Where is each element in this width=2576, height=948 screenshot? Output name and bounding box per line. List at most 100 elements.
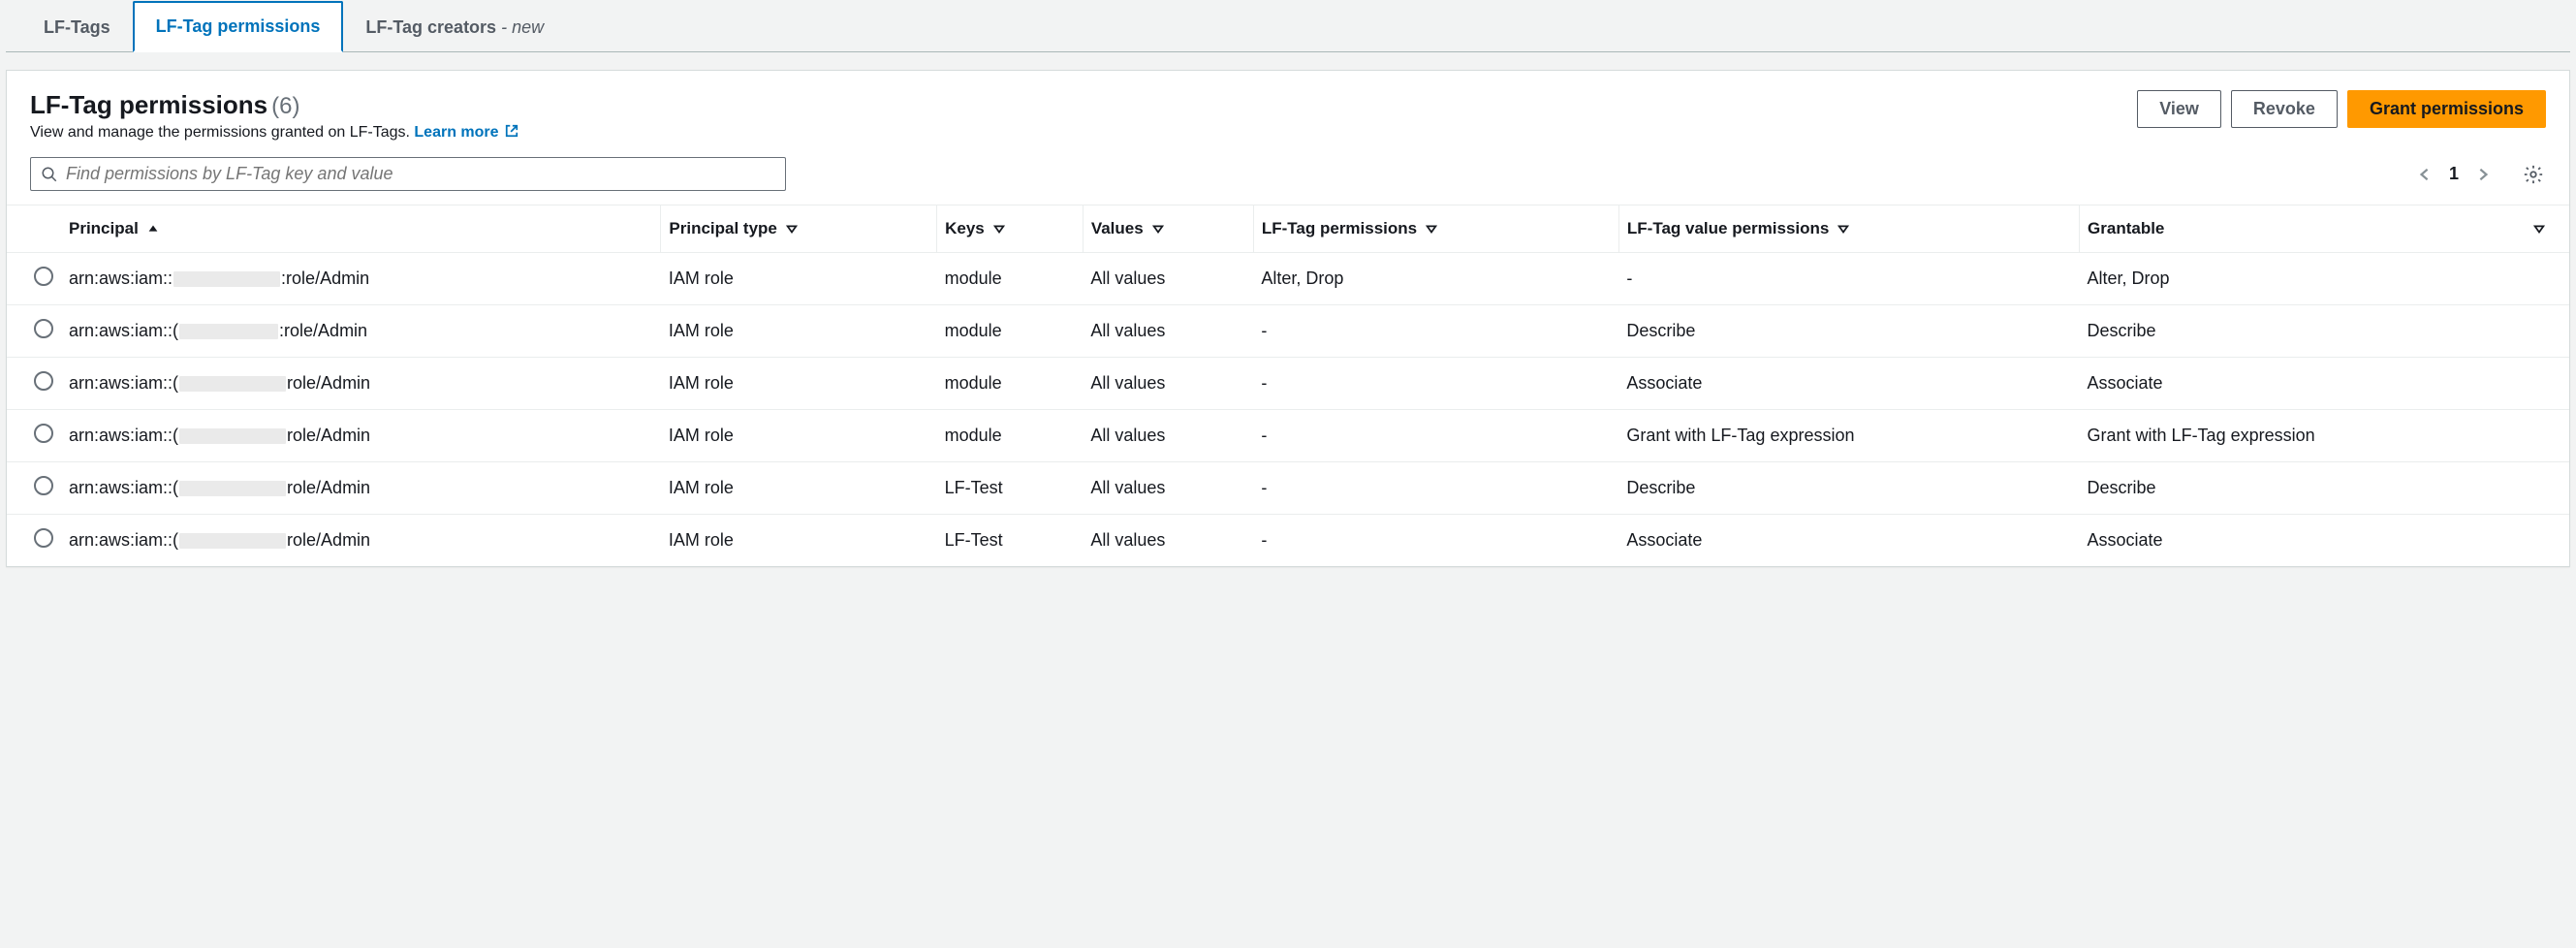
values-cell: All values: [1083, 305, 1253, 358]
redacted-account-id: [179, 428, 286, 444]
row-radio[interactable]: [34, 267, 53, 286]
principal-cell: arn:aws:iam::( :role/Admin: [69, 321, 653, 341]
gear-icon: [2523, 164, 2544, 185]
principal-prefix: arn:aws:iam::(: [69, 530, 178, 551]
prev-page-button[interactable]: [2414, 164, 2435, 185]
principal-suffix: :role/Admin: [281, 269, 369, 289]
filter-icon: [1425, 222, 1438, 236]
sort-asc-icon: [146, 222, 160, 236]
principal-type-cell: IAM role: [661, 410, 937, 462]
table-row: arn:aws:iam::( role/Admin IAM role LF-Te…: [7, 462, 2569, 515]
keys-cell: module: [937, 253, 1084, 305]
lf-tag-permissions-cell: -: [1253, 305, 1618, 358]
grant-permissions-button[interactable]: Grant permissions: [2347, 90, 2546, 128]
filter-icon: [2532, 222, 2546, 236]
values-cell: All values: [1083, 358, 1253, 410]
lf-tag-value-permissions-cell: Grant with LF-Tag expression: [1618, 410, 2079, 462]
lf-tag-value-permissions-cell: Associate: [1618, 515, 2079, 567]
table-row: arn:aws:iam::( role/Admin IAM role LF-Te…: [7, 515, 2569, 567]
lf-tag-value-permissions-cell: Describe: [1618, 305, 2079, 358]
pagination: 1: [2414, 164, 2494, 185]
learn-more-label: Learn more: [414, 124, 498, 141]
page-subtitle: View and manage the permissions granted …: [30, 124, 410, 141]
principal-cell: arn:aws:iam::( role/Admin: [69, 478, 653, 498]
search-input[interactable]: [66, 164, 775, 184]
learn-more-link[interactable]: Learn more: [414, 124, 518, 141]
filter-icon: [1151, 222, 1165, 236]
col-values[interactable]: Values: [1083, 205, 1253, 253]
principal-suffix: role/Admin: [287, 530, 370, 551]
page-title: LF-Tag permissions: [30, 90, 267, 120]
grantable-cell: Alter, Drop: [2080, 253, 2569, 305]
external-link-icon: [505, 124, 518, 138]
tab-bar: LF-Tags LF-Tag permissions LF-Tag creato…: [6, 0, 2570, 52]
lf-tag-permissions-cell: -: [1253, 515, 1618, 567]
col-lf-tag-permissions[interactable]: LF-Tag permissions: [1253, 205, 1618, 253]
lf-tag-permissions-cell: -: [1253, 358, 1618, 410]
grantable-cell: Associate: [2080, 515, 2569, 567]
tab-lf-tag-creators-label: LF-Tag creators: [365, 17, 496, 37]
chevron-left-icon: [2418, 168, 2432, 181]
principal-type-cell: IAM role: [661, 305, 937, 358]
redacted-account-id: [179, 324, 278, 339]
principal-cell: arn:aws:iam::( role/Admin: [69, 373, 653, 394]
lf-tag-permissions-cell: -: [1253, 410, 1618, 462]
col-lf-tag-value-permissions[interactable]: LF-Tag value permissions: [1618, 205, 2079, 253]
principal-cell: arn:aws:iam::( role/Admin: [69, 426, 653, 446]
settings-button[interactable]: [2521, 162, 2546, 187]
row-radio[interactable]: [34, 476, 53, 495]
principal-type-cell: IAM role: [661, 253, 937, 305]
col-keys[interactable]: Keys: [937, 205, 1084, 253]
tab-lf-tags[interactable]: LF-Tags: [21, 3, 133, 52]
table-row: arn:aws:iam:: :role/Admin IAM role modul…: [7, 253, 2569, 305]
col-principal-label: Principal: [69, 219, 139, 238]
lf-tag-value-permissions-cell: -: [1618, 253, 2079, 305]
permissions-table: Principal Principal type Keys: [7, 205, 2569, 566]
values-cell: All values: [1083, 410, 1253, 462]
col-grantable[interactable]: Grantable: [2080, 205, 2569, 253]
row-radio[interactable]: [34, 528, 53, 548]
principal-suffix: :role/Admin: [279, 321, 367, 341]
keys-cell: module: [937, 305, 1084, 358]
principal-prefix: arn:aws:iam::(: [69, 426, 178, 446]
record-count: (6): [271, 93, 299, 120]
principal-type-cell: IAM role: [661, 358, 937, 410]
lf-tag-value-permissions-cell: Associate: [1618, 358, 2079, 410]
new-badge: - new: [496, 17, 544, 37]
col-lf-tag-permissions-label: LF-Tag permissions: [1262, 219, 1417, 238]
table-row: arn:aws:iam::( :role/Admin IAM role modu…: [7, 305, 2569, 358]
filter-icon: [1837, 222, 1850, 236]
filter-icon: [992, 222, 1006, 236]
redacted-account-id: [173, 271, 280, 287]
principal-suffix: role/Admin: [287, 426, 370, 446]
principal-type-cell: IAM role: [661, 515, 937, 567]
col-keys-label: Keys: [945, 219, 985, 238]
tab-lf-tag-creators[interactable]: LF-Tag creators - new: [343, 3, 566, 52]
lf-tag-permissions-cell: -: [1253, 462, 1618, 515]
redacted-account-id: [179, 481, 286, 496]
search-box[interactable]: [30, 157, 786, 191]
col-principal-type-label: Principal type: [669, 219, 776, 238]
keys-cell: module: [937, 358, 1084, 410]
col-principal[interactable]: Principal: [61, 205, 661, 253]
tab-lf-tag-permissions[interactable]: LF-Tag permissions: [133, 1, 344, 52]
col-principal-type[interactable]: Principal type: [661, 205, 937, 253]
keys-cell: LF-Test: [937, 515, 1084, 567]
revoke-button[interactable]: Revoke: [2231, 90, 2338, 128]
values-cell: All values: [1083, 515, 1253, 567]
principal-suffix: role/Admin: [287, 373, 370, 394]
row-radio[interactable]: [34, 424, 53, 443]
keys-cell: LF-Test: [937, 462, 1084, 515]
principal-prefix: arn:aws:iam::(: [69, 478, 178, 498]
row-radio[interactable]: [34, 371, 53, 391]
table-row: arn:aws:iam::( role/Admin IAM role modul…: [7, 410, 2569, 462]
principal-cell: arn:aws:iam::( role/Admin: [69, 530, 653, 551]
principal-prefix: arn:aws:iam::: [69, 269, 173, 289]
keys-cell: module: [937, 410, 1084, 462]
page-number: 1: [2449, 164, 2459, 184]
next-page-button[interactable]: [2472, 164, 2494, 185]
view-button[interactable]: View: [2137, 90, 2221, 128]
row-radio[interactable]: [34, 319, 53, 338]
col-grantable-label: Grantable: [2088, 219, 2164, 238]
values-cell: All values: [1083, 462, 1253, 515]
